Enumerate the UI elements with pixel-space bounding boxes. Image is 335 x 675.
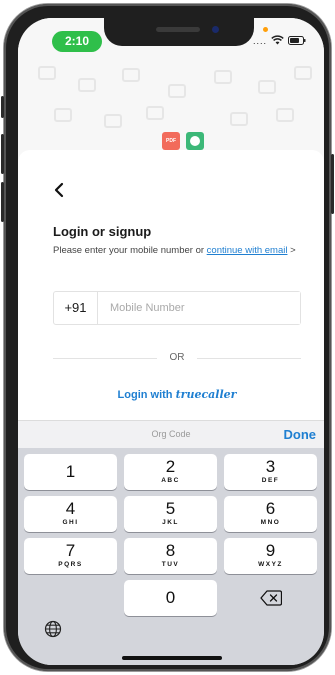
speaker-grille [156, 27, 200, 32]
key-letters: DEF [261, 477, 280, 484]
battery-icon [288, 32, 306, 50]
key-8[interactable]: 8 TUV [124, 538, 217, 574]
key-letters: TUV [161, 561, 180, 568]
status-time[interactable]: 2:10 [52, 31, 102, 52]
key-digit: 5 [165, 499, 176, 518]
key-2[interactable]: 2 ABC [124, 454, 217, 490]
pattern-icon [38, 66, 56, 80]
divider-line-right [197, 358, 301, 359]
power-button [331, 154, 334, 214]
pdf-icon: PDF [162, 132, 180, 150]
key-1[interactable]: 1 [24, 454, 117, 490]
pattern-icon [276, 108, 294, 122]
key-3[interactable]: 3 DEF [224, 454, 317, 490]
key-5[interactable]: 5 JKL [124, 496, 217, 532]
key-digit: 7 [65, 541, 76, 560]
chevron-left-icon [54, 182, 64, 198]
front-camera [212, 26, 219, 33]
truecaller-logo: truecaller [175, 388, 237, 401]
login-instructions: Please enter your mobile number or conti… [53, 245, 308, 257]
key-digit: 9 [265, 541, 276, 560]
org-code-hint: Org Code [151, 429, 191, 439]
key-letters: GHI [62, 519, 79, 526]
key-letters: PQRS [58, 561, 83, 568]
key-digit: 8 [165, 541, 176, 560]
pattern-icon [78, 78, 96, 92]
pattern-icon [258, 80, 276, 94]
globe-icon[interactable] [44, 620, 62, 638]
delete-key[interactable] [224, 580, 317, 616]
login-sheet: Login or signup Please enter your mobile… [18, 150, 324, 420]
pattern-icon [294, 66, 312, 80]
key-4[interactable]: 4 GHI [24, 496, 117, 532]
done-button[interactable]: Done [284, 427, 317, 442]
key-6[interactable]: 6 MNO [224, 496, 317, 532]
pattern-icon [168, 84, 186, 98]
pattern-icon [230, 112, 248, 126]
key-digit: 0 [165, 588, 176, 607]
instructions-arrow: > [287, 245, 296, 256]
pattern-icon [54, 108, 72, 122]
instructions-text: Please enter your mobile number or [53, 245, 207, 256]
phone-field-group: +91 [53, 291, 301, 325]
or-divider: OR [53, 352, 301, 364]
country-code-selector[interactable]: +91 [54, 292, 98, 324]
play-icon [186, 132, 204, 150]
page-title: Login or signup [53, 224, 152, 239]
wifi-icon [271, 32, 284, 50]
numeric-keypad: 1 2 ABC 3 DEF 4 GHI 5 JKL 6 MNO 7 PQRS 8 TUV 9W… [18, 448, 324, 665]
signal-icon: .... [252, 36, 267, 46]
silent-switch [1, 96, 4, 118]
back-button[interactable] [50, 180, 70, 200]
key-letters: ABC [161, 477, 180, 484]
key-letters: MNO [260, 519, 281, 526]
home-indicator[interactable] [122, 656, 222, 660]
mobile-number-input[interactable] [98, 292, 300, 324]
key-7[interactable]: 7 PQRS [24, 538, 117, 574]
pattern-icon [214, 70, 232, 84]
continue-with-email-link[interactable]: continue with email [207, 245, 288, 256]
key-letters: WXYZ [258, 561, 283, 568]
volume-down-button [1, 182, 4, 222]
volume-up-button [1, 134, 4, 174]
key-digit: 2 [165, 457, 176, 476]
key-9[interactable]: 9 WXYZ [224, 538, 317, 574]
truecaller-prefix: Login with [117, 389, 176, 401]
backspace-icon [259, 590, 282, 606]
notch [104, 18, 254, 46]
screen: PDF 2:10 .... Login or signup Please ent… [18, 18, 324, 665]
key-digit: 4 [65, 499, 76, 518]
pattern-icon [146, 106, 164, 120]
phone-device: PDF 2:10 .... Login or signup Please ent… [1, 4, 334, 671]
login-with-truecaller-button[interactable]: Login with truecaller [53, 388, 301, 404]
status-icons: .... [253, 32, 306, 50]
key-letters: JKL [162, 519, 179, 526]
pattern-icon [104, 114, 122, 128]
key-digit: 3 [265, 457, 276, 476]
pattern-icon [122, 68, 140, 82]
key-digit: 6 [265, 499, 276, 518]
keyboard-accessory-bar: Org Code Done [18, 420, 324, 448]
key-0[interactable]: 0 [124, 580, 217, 616]
key-digit: 1 [65, 462, 76, 481]
